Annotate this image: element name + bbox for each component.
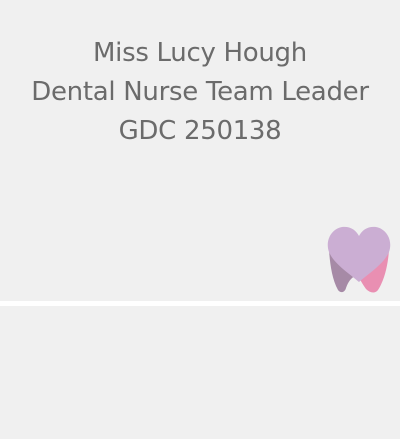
profile-registration: GDC 250138 [118, 116, 282, 146]
tooth-heart-icon [327, 226, 391, 293]
profile-name: Miss Lucy Hough [93, 38, 307, 68]
profile-role: Dental Nurse Team Leader [31, 77, 369, 107]
profile-caption: Miss Lucy Hough Dental Nurse Team Leader… [0, 34, 400, 151]
profile-card: Miss Lucy Hough Dental Nurse Team Leader… [0, 0, 400, 439]
profile-body-panel [0, 306, 400, 439]
